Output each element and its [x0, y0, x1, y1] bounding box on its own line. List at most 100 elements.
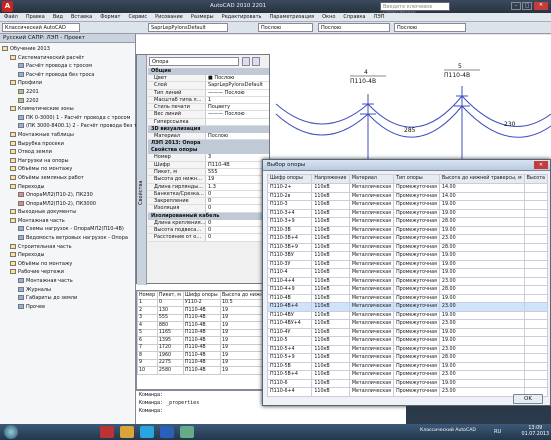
column-header[interactable]: Номер — [137, 291, 158, 300]
table-row[interactable]: П110-5В+4 110кВ Металлическая Промежуточная… — [266, 370, 549, 380]
menu-item[interactable]: Вид — [49, 13, 67, 21]
property-value[interactable]: ——— Послою — [206, 111, 269, 117]
tree-item[interactable]: 2202 — [2, 97, 135, 106]
tree-item[interactable]: Монтажная часть — [2, 277, 135, 286]
property-row[interactable]: Стиль печати Поцвету — [148, 104, 269, 112]
table-row[interactable]: П110-4+4 110кВ Металлическая Промежуточная 2… — [266, 276, 549, 286]
property-row[interactable]: Вес линий ——— Послою — [148, 111, 269, 119]
tree-item[interactable]: Габариты до земли — [2, 294, 135, 303]
tree-item[interactable]: Профили — [2, 79, 135, 88]
tree-item[interactable]: Ведомость ветровых нагрузок - Опора — [2, 234, 135, 243]
property-section-header[interactable]: 3D визуализация — [148, 126, 269, 134]
property-row[interactable]: Длина крепления... 0 — [148, 219, 269, 228]
properties-side-strip[interactable]: Свойства — [137, 55, 147, 285]
tree-item[interactable]: Отвод земли — [2, 148, 135, 157]
table-row[interactable]: 8 1960 П110-4В 19 — [137, 351, 271, 360]
table-row[interactable]: П110-3В+4 110кВ Металлическая Промежуточная… — [266, 234, 549, 244]
property-value[interactable]: ——— Послою — [206, 90, 269, 96]
menu-item[interactable]: Параметризация — [265, 13, 318, 21]
table-row[interactable]: 3 555 П110-4В 19 — [137, 313, 271, 322]
property-value[interactable]: 3 — [206, 154, 269, 160]
table-row[interactable]: П110-5В 110кВ Металлическая Промежуточная 19… — [266, 361, 549, 371]
menu-item[interactable]: Правка — [22, 13, 49, 21]
menu-item[interactable]: Вставка — [67, 13, 96, 21]
tree-item[interactable]: Нагрузки на опоры — [2, 157, 135, 166]
property-value[interactable]: 1.3 — [206, 184, 269, 190]
tree-item[interactable]: (ПК 3000-8400.1) 2 - Расчёт провода без … — [2, 122, 140, 131]
menu-item[interactable]: Формат — [96, 13, 124, 21]
table-row[interactable]: П110-3+9 110кВ Металлическая Промежуточная 2… — [266, 217, 549, 227]
menu-item[interactable]: Размеры — [187, 13, 218, 21]
property-row[interactable]: Слой SaprLepPylonsDefault — [148, 82, 269, 90]
column-header[interactable]: Пикет, м — [156, 291, 184, 300]
column-header[interactable]: Материал — [348, 174, 395, 184]
autocad-taskbar-icon[interactable] — [100, 426, 114, 438]
property-row[interactable]: Цвет ■ Послою — [148, 75, 269, 83]
column-header[interactable]: Тип опоры — [393, 174, 440, 184]
tree-item[interactable]: Переходы — [2, 183, 135, 192]
property-row[interactable]: Длина гирлянды... 1.3 — [148, 183, 269, 191]
property-row[interactable]: Закрепление 0 — [148, 198, 269, 206]
menu-item[interactable]: ЛЭП — [369, 13, 388, 21]
language-indicator[interactable]: RU — [494, 429, 501, 435]
table-row[interactable]: П110-3ВУ 110кВ Металлическая Промежуточная 1… — [266, 251, 549, 261]
menu-item[interactable]: Редактировать — [218, 13, 266, 21]
tree-item[interactable]: Объёмы по монтажу — [2, 165, 135, 174]
tree-item[interactable]: Вырубка просеки — [2, 140, 135, 149]
property-row[interactable]: Расстояние от о... 0 — [148, 234, 269, 242]
table-row[interactable]: П110-3У 110кВ Металлическая Промежуточная 19… — [266, 259, 549, 269]
table-row[interactable]: П110-4В+4 110кВ Металлическая Промежуточная… — [266, 302, 549, 312]
workspace-select[interactable]: Классический AutoCAD — [2, 23, 80, 32]
property-value[interactable]: ■ Послою — [206, 75, 269, 81]
menu-item[interactable]: Окно — [318, 13, 339, 21]
table-row[interactable]: П110-4 110кВ Металлическая Промежуточная 19.… — [266, 268, 549, 278]
close-button[interactable]: ✕ — [534, 2, 548, 10]
linetype-select[interactable]: Послою — [318, 23, 390, 32]
table-row[interactable]: 10 2580 П110-4В 19 — [137, 366, 271, 375]
tree-item[interactable]: Расчёт провода без троса — [2, 71, 135, 80]
column-header[interactable]: Шифр опоры — [266, 174, 313, 184]
table-row[interactable]: П110-4ВУ 110кВ Металлическая Промежуточная 1… — [266, 310, 549, 320]
menu-item[interactable]: Файл — [0, 13, 22, 21]
property-section-header[interactable]: Изолированный кабель — [148, 212, 269, 220]
table-row[interactable]: П110-2+ 110кВ Металлическая Промежуточная 14… — [266, 183, 549, 193]
table-row[interactable]: П110-3В 110кВ Металлическая Промежуточная 19… — [266, 225, 549, 235]
tree-item[interactable]: Систематический расчёт — [2, 54, 135, 63]
property-value[interactable]: 1 — [206, 97, 269, 103]
table-row[interactable]: П110-3 110кВ Металлическая Промежуточная 19.… — [266, 200, 549, 210]
property-row[interactable]: Банкетка/Срезка... 0 — [148, 190, 269, 199]
color-select[interactable]: Послою — [258, 23, 313, 32]
property-row[interactable]: Изоляция 0 — [148, 205, 269, 213]
layer-select[interactable]: SaprLepPylonsDefault — [148, 23, 228, 32]
tree-item[interactable]: Объёмы земляных работ — [2, 174, 135, 183]
tree-item[interactable]: Расчёт провода с тросом — [2, 62, 135, 71]
tree-item[interactable]: Рабочие чертежи — [2, 268, 135, 277]
table-row[interactable]: П110-4У 110кВ Металлическая Промежуточная 19… — [266, 327, 549, 337]
skype-taskbar-icon[interactable] — [140, 426, 154, 438]
property-row[interactable]: Масштаб типа л... 1 — [148, 96, 269, 105]
table-row[interactable]: П110-5 110кВ Металлическая Промежуточная 19.… — [266, 336, 549, 346]
table-row[interactable]: П110-3+4 110кВ Металлическая Промежуточная 1… — [266, 208, 549, 218]
property-value[interactable]: 555 — [206, 169, 269, 175]
table-row[interactable]: 6 1395 П110-4В 19 — [137, 336, 271, 345]
table-row[interactable]: П110-6+4 110кВ Металлическая Промежуточная 2… — [266, 387, 549, 397]
tree-item[interactable]: Строительная часть — [2, 243, 135, 252]
column-header[interactable]: Высота до нижней траверсы, м — [438, 174, 525, 184]
ok-button[interactable]: OK — [513, 394, 543, 404]
clock[interactable]: 13:09 01.07.2013 — [522, 426, 549, 438]
property-value[interactable]: SaprLepPylonsDefault — [206, 82, 269, 88]
tree-item[interactable]: Переходы — [2, 251, 135, 260]
property-section-header[interactable]: Свойства опоры — [148, 147, 269, 155]
tree-item[interactable]: 2201 — [2, 88, 135, 97]
property-row[interactable]: Материал Послою — [148, 133, 269, 141]
table-row[interactable]: П110-4ВУ+4 110кВ Металлическая Промежуточна… — [266, 319, 549, 329]
active-app-indicator[interactable]: Классический AutoCAD — [420, 428, 476, 433]
table-row[interactable]: П110-4В 110кВ Металлическая Промежуточная 19… — [266, 293, 549, 303]
tree-item[interactable]: Климатические зоны — [2, 105, 135, 114]
property-value[interactable] — [206, 119, 269, 125]
explorer-taskbar-icon[interactable] — [120, 426, 134, 438]
table-row[interactable]: П110-6 110кВ Металлическая Промежуточная 19.… — [266, 378, 549, 388]
quick-select-icon[interactable] — [242, 57, 250, 66]
tree-item[interactable]: ОпораМЛ2(П10-2), ПК230 — [2, 191, 135, 200]
table-row[interactable]: П110-3В+9 110кВ Металлическая Промежуточная… — [266, 242, 549, 252]
